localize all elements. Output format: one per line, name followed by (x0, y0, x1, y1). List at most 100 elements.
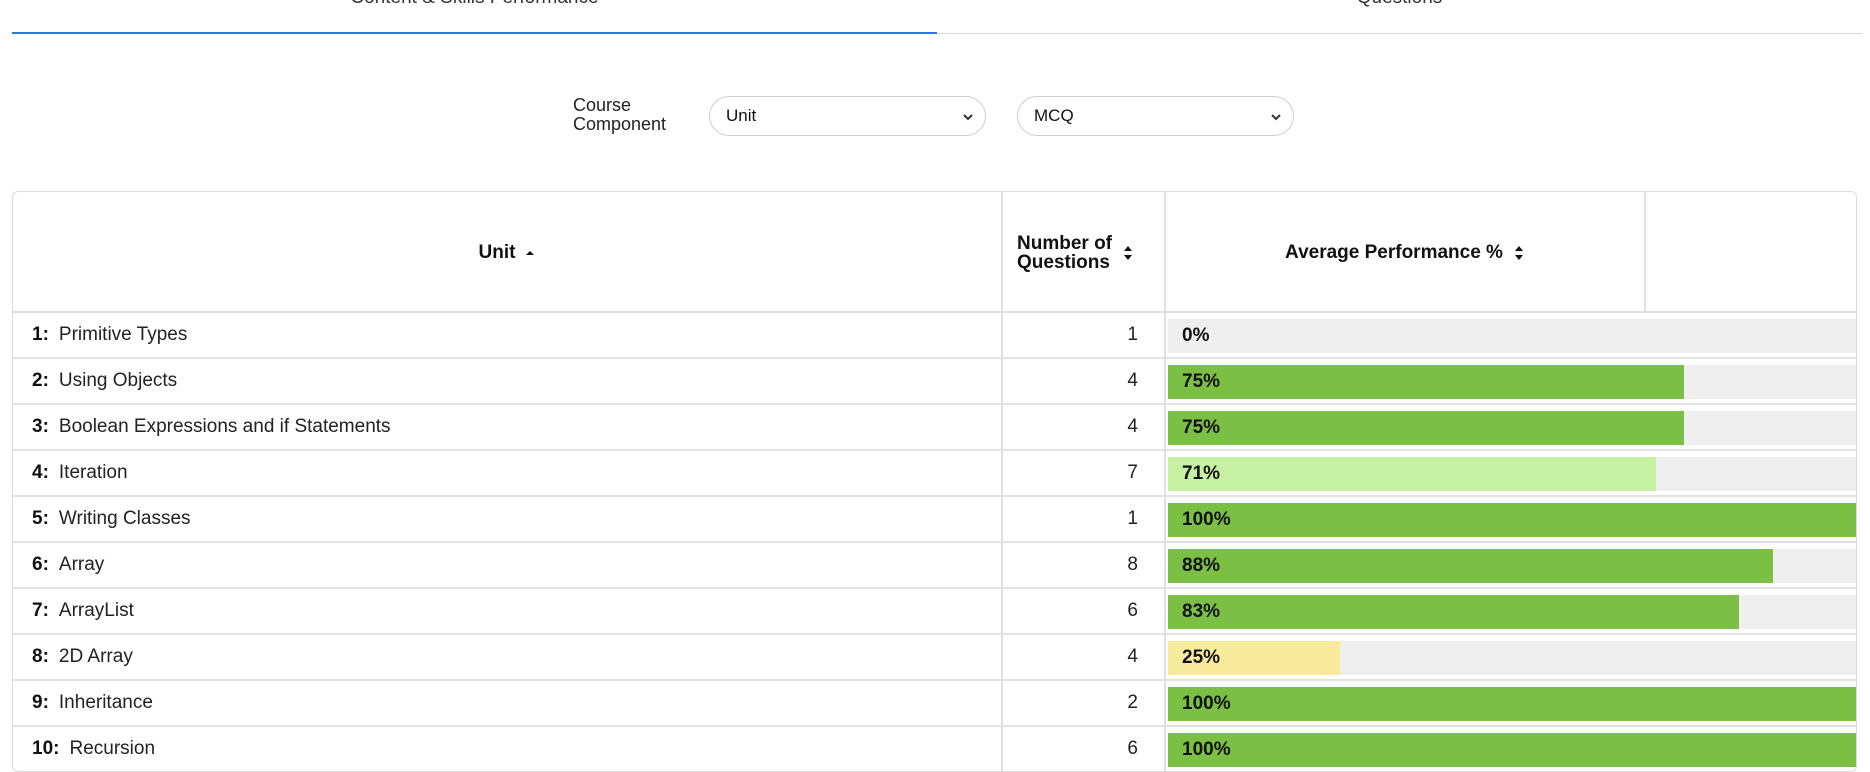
performance-bar-track: 100% (1168, 733, 1856, 767)
tab-label: Content & Skills Performance (350, 0, 598, 8)
question-count-cell: 4 (1003, 359, 1166, 403)
tab-label: Questions (1357, 0, 1443, 8)
unit-name: Writing Classes (58, 508, 191, 529)
question-count-cell: 8 (1003, 543, 1166, 587)
performance-cell: 83% (1168, 589, 1856, 633)
unit-number: 10: (32, 738, 60, 759)
column-header-label: Unit (478, 241, 516, 263)
table-row[interactable]: 4: Iteration 7 71% (13, 451, 1856, 497)
filter-label-text: Course Component (573, 95, 667, 134)
unit-performance-table: Unit Number of Questions Average Perform… (12, 191, 1857, 772)
performance-percent-label: 75% (1182, 371, 1221, 392)
performance-percent-label: 75% (1182, 417, 1221, 438)
sort-ascending-icon (526, 250, 535, 255)
performance-bar-track: 100% (1168, 687, 1856, 721)
performance-percent-label: 0% (1182, 325, 1210, 346)
question-count-cell: 6 (1003, 589, 1166, 633)
performance-bar-track: 0% (1168, 319, 1856, 353)
table-row[interactable]: 8: 2D Array 4 25% (13, 635, 1856, 681)
question-type-select[interactable]: MCQ (1017, 96, 1294, 136)
column-header-extra (1646, 192, 1856, 313)
tab-questions[interactable]: Questions (937, 0, 1862, 32)
unit-number: 3: (32, 416, 49, 437)
table-row[interactable]: 6: Array 8 88% (13, 543, 1856, 589)
performance-cell: 75% (1168, 405, 1856, 449)
performance-cell: 75% (1168, 359, 1856, 403)
active-tab-indicator (12, 32, 937, 34)
sort-icon (1124, 245, 1132, 260)
performance-bar-fill (1168, 595, 1740, 629)
column-header-label: Average Performance % (1285, 241, 1503, 263)
table-header: Unit Number of Questions Average Perform… (13, 192, 1856, 313)
performance-percent-label: 100% (1182, 739, 1231, 760)
unit-number: 4: (32, 462, 49, 483)
table-row[interactable]: 1: Primitive Types 1 0% (13, 313, 1856, 359)
unit-number: 6: (32, 554, 49, 575)
unit-cell: 9: Inheritance (13, 681, 1003, 725)
unit-name: 2D Array (58, 646, 133, 667)
performance-bar-track: 100% (1168, 503, 1856, 537)
question-count-cell: 1 (1003, 497, 1166, 541)
unit-name: Recursion (69, 738, 156, 759)
unit-cell: 3: Boolean Expressions and if Statements (13, 405, 1003, 449)
unit-cell: 1: Primitive Types (13, 313, 1003, 357)
table-row[interactable]: 3: Boolean Expressions and if Statements 4… (13, 405, 1856, 451)
performance-bar-fill (1168, 687, 1856, 721)
unit-cell: 5: Writing Classes (13, 497, 1003, 541)
unit-cell: 7: ArrayList (13, 589, 1003, 633)
column-header-average-performance[interactable]: Average Performance % (1166, 192, 1646, 313)
unit-number: 2: (32, 370, 49, 391)
unit-select[interactable]: Unit (709, 96, 986, 136)
unit-name: Using Objects (58, 370, 178, 391)
filter-bar: Course Component Unit MCQ (0, 96, 1870, 136)
column-header-unit[interactable]: Unit (13, 192, 1003, 313)
unit-name: Array (58, 554, 105, 575)
column-header-number-of-questions[interactable]: Number of Questions (1003, 192, 1166, 313)
performance-bar-fill (1168, 733, 1856, 767)
performance-cell: 88% (1168, 543, 1856, 587)
unit-number: 7: (32, 600, 49, 621)
performance-cell: 25% (1168, 635, 1856, 679)
table-row[interactable]: 5: Writing Classes 1 100% (13, 497, 1856, 543)
performance-percent-label: 100% (1182, 509, 1231, 530)
performance-bar-track: 75% (1168, 365, 1856, 399)
performance-bar-fill (1168, 411, 1684, 445)
performance-bar-fill (1168, 457, 1657, 491)
performance-percent-label: 71% (1182, 463, 1221, 484)
unit-cell: 10: Recursion (13, 727, 1003, 771)
question-count-cell: 2 (1003, 681, 1166, 725)
unit-number: 1: (32, 324, 49, 345)
unit-name: Boolean Expressions and if Statements (58, 416, 391, 437)
performance-percent-label: 100% (1182, 693, 1231, 714)
unit-name: Primitive Types (58, 324, 188, 345)
table-row[interactable]: 7: ArrayList 6 83% (13, 589, 1856, 635)
question-count-cell: 7 (1003, 451, 1166, 495)
table-row[interactable]: 10: Recursion 6 100% (13, 727, 1856, 771)
unit-cell: 8: 2D Array (13, 635, 1003, 679)
performance-bar-fill (1168, 503, 1856, 537)
table-row[interactable]: 9: Inheritance 2 100% (13, 681, 1856, 727)
performance-bar-track: 83% (1168, 595, 1856, 629)
question-count-cell: 6 (1003, 727, 1166, 771)
performance-percent-label: 25% (1182, 647, 1221, 668)
unit-cell: 4: Iteration (13, 451, 1003, 495)
sort-icon (1514, 245, 1523, 260)
question-type-select-value: MCQ (1034, 106, 1074, 125)
performance-cell: 0% (1168, 313, 1856, 357)
question-count-cell: 4 (1003, 405, 1166, 449)
tab-content-skills-performance[interactable]: Content & Skills Performance (12, 0, 937, 32)
column-header-label: Number of Questions (1017, 232, 1112, 273)
performance-bar-track: 88% (1168, 549, 1856, 583)
table-row[interactable]: 2: Using Objects 4 75% (13, 359, 1856, 405)
performance-percent-label: 83% (1182, 601, 1221, 622)
performance-bar-fill (1168, 549, 1774, 583)
unit-number: 5: (32, 508, 49, 529)
unit-cell: 2: Using Objects (13, 359, 1003, 403)
unit-name: ArrayList (58, 600, 134, 621)
performance-bar-track: 71% (1168, 457, 1856, 491)
course-component-label: Course Component (573, 96, 683, 134)
unit-number: 8: (32, 646, 49, 667)
performance-bar-track: 25% (1168, 641, 1856, 675)
chevron-down-icon (1271, 114, 1281, 121)
performance-cell: 100% (1168, 681, 1856, 725)
